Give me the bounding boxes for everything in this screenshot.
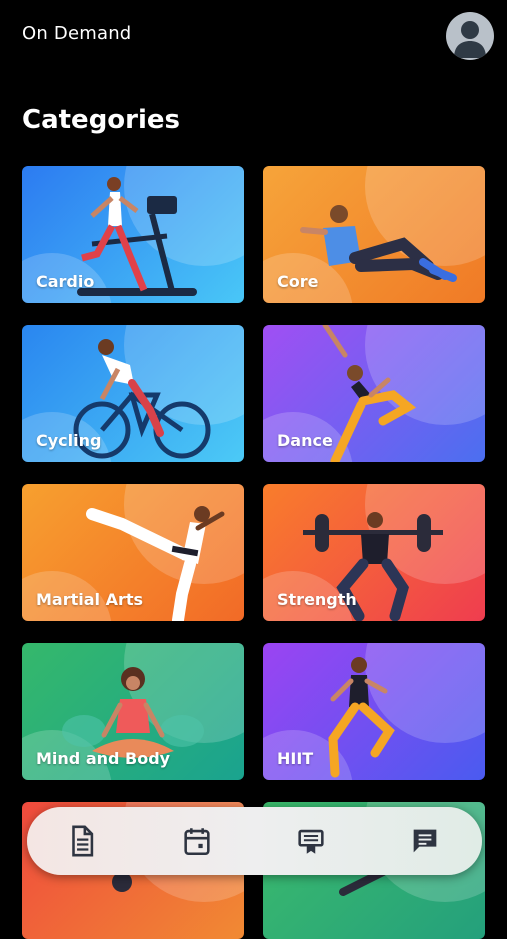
category-card-mind-and-body[interactable]: Mind and Body xyxy=(22,643,244,780)
category-label: Mind and Body xyxy=(36,749,171,768)
category-label: Strength xyxy=(277,590,357,609)
category-label: HIIT xyxy=(277,749,314,768)
category-label: Core xyxy=(277,272,319,291)
calendar-icon[interactable] xyxy=(177,821,217,861)
category-card-martial-arts[interactable]: Martial Arts xyxy=(22,484,244,621)
bottom-nav xyxy=(27,807,482,875)
category-label: Cardio xyxy=(36,272,95,291)
category-label: Cycling xyxy=(36,431,102,450)
category-card-dance[interactable]: Dance xyxy=(263,325,485,462)
category-card-hiit[interactable]: HIIT xyxy=(263,643,485,780)
chat-icon[interactable] xyxy=(405,821,445,861)
user-avatar-icon[interactable] xyxy=(446,12,494,60)
category-card-strength[interactable]: Strength xyxy=(263,484,485,621)
category-label: Martial Arts xyxy=(36,590,144,609)
header: On Demand xyxy=(0,0,507,70)
document-icon[interactable] xyxy=(62,821,102,861)
category-card-cycling[interactable]: Cycling xyxy=(22,325,244,462)
section-title: Categories xyxy=(22,105,181,135)
category-card-cardio[interactable]: Cardio xyxy=(22,166,244,303)
category-label: Dance xyxy=(277,431,333,450)
category-card-core[interactable]: Core xyxy=(263,166,485,303)
certificate-icon[interactable] xyxy=(291,821,331,861)
page-title: On Demand xyxy=(22,23,132,44)
